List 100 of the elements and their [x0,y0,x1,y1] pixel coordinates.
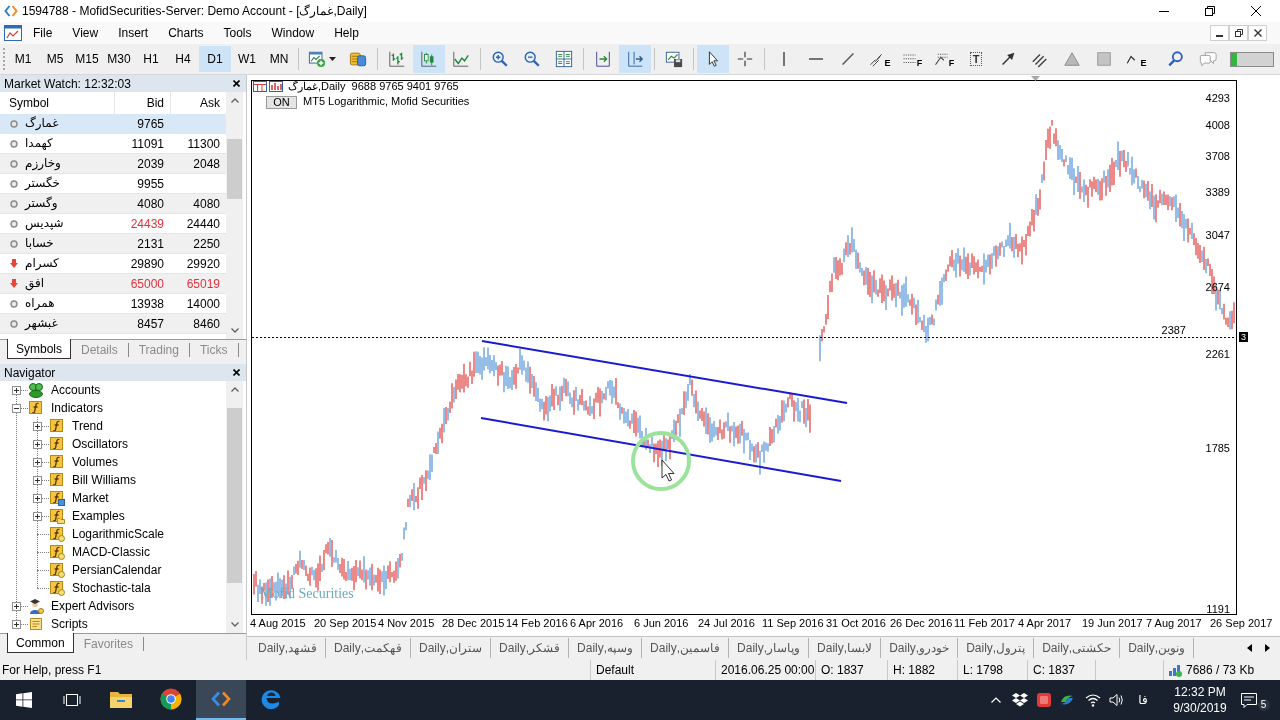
chart-tab[interactable]: لابسا,Daily [809,637,882,658]
plus-box-icon[interactable] [33,511,42,521]
panel-close-button[interactable] [230,366,242,379]
chart-tab[interactable]: ونوین,Daily [1120,637,1195,658]
symbol-cell-text: خگستر [23,175,61,192]
tree-item-label[interactable]: MACD-Classic [72,543,150,561]
tree-item-label[interactable]: PersianCalendar [72,561,162,579]
tree-item-label[interactable]: Volumes [72,453,119,471]
ask-cell-text: 29920 [185,255,221,273]
timeframe-button[interactable]: MN [263,46,295,72]
menu-item[interactable]: Charts [158,23,214,43]
tree-item-label[interactable]: Stochastic-tala [72,579,151,597]
plus-box-icon[interactable] [12,385,21,395]
bid-cell-text: 29890 [129,255,165,273]
tree-item-label[interactable]: LogarithmicScale [72,525,165,543]
timeframe-button[interactable]: H4 [167,46,199,72]
timeframe-button[interactable]: H1 [135,46,167,72]
panel-tab[interactable]: Common [7,633,74,653]
input-language-button[interactable]: فا [1128,680,1158,720]
tree-item-label[interactable]: Accounts [51,381,101,399]
caret-icon [329,57,336,61]
tree-item-label[interactable]: Trend [72,417,103,435]
function-icon [28,400,44,416]
channel-button[interactable]: E [864,45,896,73]
speech-bubbles-icon [1199,50,1217,68]
chevrons-logo-icon [211,691,231,707]
circle-icon [10,199,18,208]
timeframe-button[interactable]: M5 [39,46,71,72]
task-view-icon [63,692,81,708]
plus-box-icon[interactable] [33,475,42,485]
price-axis-label: 3708 [1205,149,1230,164]
bid-cell-text: 8457 [136,315,165,333]
timeframe-button[interactable]: M1 [7,46,39,72]
chart-tab[interactable]: فاسمین,Daily [642,637,730,658]
chart-tab[interactable]: حکشتی,Daily [1034,637,1121,658]
menu-item[interactable]: View [62,23,109,43]
plus-box-icon[interactable] [12,601,21,611]
text-tool-button[interactable]: T [960,45,992,73]
child-minimize-button[interactable] [1210,25,1229,41]
chart-tab[interactable]: پترول,Daily [958,637,1035,658]
tree-item-label[interactable]: Scripts [51,615,88,633]
chart-tab[interactable]: قهکمت,Daily [326,637,412,658]
timeframe-button[interactable]: D1 [199,46,231,72]
indicator-toggle[interactable]: ON [266,96,297,109]
plus-box-icon[interactable] [33,439,42,449]
bid-cell-text: 11091 [130,135,165,153]
menu-item[interactable]: Window [261,23,325,43]
clock-button[interactable]: 12:32 PM 9/30/2019 [1162,680,1238,720]
panel-title: Navigator [4,365,56,380]
dropbox-logo-icon [1012,693,1028,707]
notifications-button[interactable]: 5 [1238,680,1272,720]
dotted-fan-icon [933,51,949,67]
tree-item-label[interactable]: Oscillators [72,435,128,453]
minus-box-icon[interactable] [12,403,21,413]
function-icon [49,436,65,452]
plus-box-icon[interactable] [33,493,42,503]
circle-icon [10,119,18,128]
tree-item-label[interactable]: Bill Williams [72,471,136,489]
chart-tab[interactable]: خودرو,Daily [881,637,959,658]
chart-tab[interactable]: قشکر,Daily [491,637,570,658]
timeframe-button[interactable]: M15 [71,46,103,72]
tree-item-label[interactable]: Market [72,489,109,507]
minimize-icon [1159,10,1169,12]
tree-item-label[interactable]: Indicators [51,399,104,417]
plus-box-icon[interactable] [12,619,21,629]
fibonacci-button[interactable]: F [896,45,928,73]
time-axis-label: 4 Aug 2015 [250,616,307,630]
scrollbar-thumb[interactable] [227,408,242,583]
function-window-icon [49,490,65,506]
panel-close-button[interactable] [230,77,242,90]
child-restore-button[interactable] [1229,25,1248,41]
folder-icon [109,689,133,709]
chart-tab[interactable]: وپاسار,Daily [729,637,810,658]
menu-item[interactable]: Tools [213,23,262,43]
timeframe-button[interactable]: M30 [103,46,135,72]
scrollbar-thumb[interactable] [227,139,242,199]
minimize-icon [1216,35,1223,37]
timeframe-button[interactable]: W1 [231,46,263,72]
elliott-wave-button[interactable]: E [1120,45,1152,73]
mouse-pointer-icon [661,459,675,482]
tree-item-label[interactable]: Expert Advisors [51,597,135,615]
candlesticks-button[interactable] [413,45,445,73]
circle-icon [10,159,18,168]
chart-tab[interactable]: وسپه,Daily [569,637,643,658]
chart-tab[interactable]: ستران,Daily [411,637,492,658]
chart-tab[interactable]: قشهد,Daily [250,637,326,658]
panel-tab[interactable]: Symbols [7,339,71,359]
column-header[interactable]: Symbol [0,94,114,112]
close-icon [232,80,240,87]
chrome-logo-icon [160,688,182,710]
autoscroll-button[interactable] [619,45,651,73]
menu-item[interactable]: Insert [108,23,159,43]
plus-box-icon[interactable] [33,421,42,431]
menu-item[interactable]: Help [324,23,369,43]
fibonacci-fan-button[interactable]: F [928,45,960,73]
child-close-button[interactable] [1248,25,1267,41]
tree-item-label[interactable]: Examples [72,507,125,525]
cursor-button[interactable] [697,45,729,73]
plus-box-icon[interactable] [33,457,42,467]
menu-item[interactable]: File [23,23,63,43]
